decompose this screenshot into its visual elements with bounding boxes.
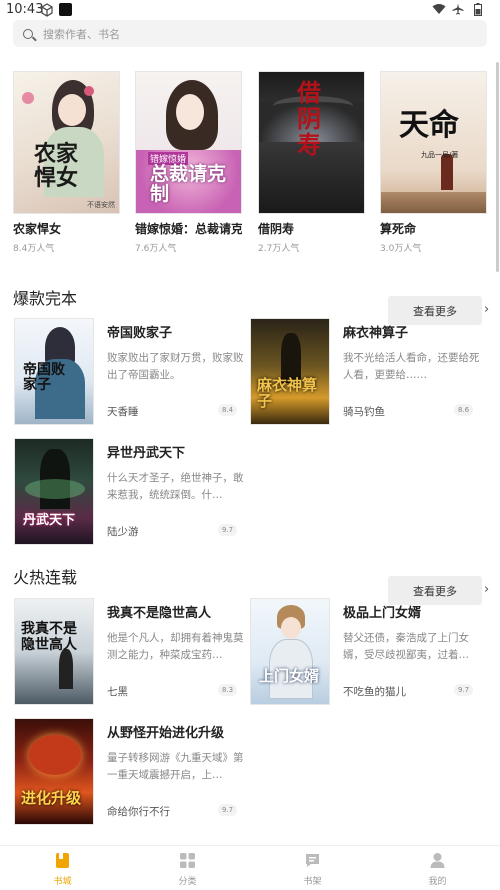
featured-book[interactable]: 农家悍女 不语安然 农家悍女 8.4万人气 — [13, 71, 120, 254]
score-badge: 8.6 — [454, 404, 474, 416]
book-popularity: 2.7万人气 — [258, 244, 300, 254]
featured-book[interactable]: 借阴寿 借阴寿 2.7万人气 — [258, 71, 365, 254]
book-author: 天香睡 — [107, 406, 139, 418]
cover-title: 农家悍女 — [34, 141, 79, 191]
book-cover: 天命 九品一局/著 — [380, 71, 487, 214]
tab-label: 我的 — [428, 877, 447, 887]
chevron-right-icon[interactable]: › — [484, 582, 489, 597]
cover-title: 丹武天下 — [23, 513, 76, 528]
airplane-icon — [452, 3, 464, 15]
cover-title: 借阴寿 — [297, 78, 321, 159]
book-cover: 我真不是隐世高人 — [14, 598, 94, 705]
section-title-completed: 爆款完本 — [13, 289, 78, 308]
wifi-icon — [432, 4, 446, 14]
book-title: 帝国败家子 — [107, 326, 173, 341]
tab-label: 书城 — [53, 877, 72, 887]
battery-icon — [474, 3, 482, 16]
cover-title: 进化升级 — [21, 789, 82, 807]
cover-title: 帝国败家子 — [23, 362, 65, 393]
book-title: 我真不是隐世高人 — [107, 606, 212, 621]
book-icon — [56, 853, 69, 868]
book-popularity: 3.0万人气 — [380, 244, 422, 254]
book-title: 错嫁惊婚：总裁请克制 — [135, 222, 242, 236]
chevron-right-icon[interactable]: › — [484, 302, 489, 317]
book-title: 算死命 — [380, 222, 417, 236]
book-description: 替父还债，秦浩成了上门女婿，受尽歧视鄙夷，过着… — [343, 632, 469, 661]
tab-category[interactable]: 分类 — [125, 846, 250, 890]
status-bar: 10:43 — [0, 0, 500, 20]
book-cover: 进化升级 — [14, 718, 94, 825]
book-cover: 农家悍女 不语安然 — [13, 71, 120, 214]
tab-bookshelf[interactable]: 书架 — [250, 846, 375, 890]
cover-title: 总裁请克制 — [150, 163, 227, 205]
message-icon — [306, 854, 319, 867]
tab-label: 分类 — [178, 877, 197, 887]
book-cover: 错嫁惊婚 总裁请克制 — [135, 71, 242, 214]
book-description: 他是个凡人，却拥有着神鬼莫测之能力，种菜成宝药… — [107, 632, 244, 661]
score-badge: 9.7 — [218, 804, 238, 816]
book-item[interactable]: 进化升级 从野怪开始进化升级 量子转移网游《九重天域》第一重天域震撼开启，上… … — [14, 718, 250, 826]
search-input[interactable]: 搜索作者、书名 — [13, 20, 487, 47]
book-author: 不吃鱼的猫儿 — [343, 686, 406, 698]
book-title: 农家悍女 — [13, 222, 62, 236]
book-description: 我不光给活人看命，还要给死人看，更要给…… — [343, 352, 480, 381]
featured-books-row[interactable]: 农家悍女 不语安然 农家悍女 8.4万人气 错嫁惊婚 总裁请克制 错嫁惊婚：总裁… — [13, 71, 493, 256]
book-title: 麻衣神算子 — [343, 326, 409, 341]
cover-author: 九品一局/著 — [421, 151, 459, 159]
book-title: 异世丹武天下 — [107, 446, 186, 461]
book-cover: 丹武天下 — [14, 438, 94, 545]
score-badge: 8.4 — [218, 404, 238, 416]
book-popularity: 8.4万人气 — [13, 244, 55, 254]
book-item[interactable]: 帝国败家子 帝国败家子 败家败出了家财万贯，败家败出了帝国霸业。 天香睡 8.4 — [14, 318, 250, 426]
book-popularity: 7.6万人气 — [135, 244, 177, 254]
book-author: 命给你行不行 — [107, 806, 170, 818]
cover-title: 麻衣神算子 — [257, 376, 318, 410]
book-item[interactable]: 我真不是隐世高人 我真不是隐世高人 他是个凡人，却拥有着神鬼莫测之能力，种菜成宝… — [14, 598, 250, 706]
book-title: 极品上门女婿 — [343, 606, 422, 621]
score-badge: 8.3 — [218, 684, 238, 696]
featured-book[interactable]: 错嫁惊婚 总裁请克制 错嫁惊婚：总裁请克制 7.6万人气 — [135, 71, 242, 254]
cover-title: 上门女婿 — [259, 667, 320, 685]
tab-mine[interactable]: 我的 — [375, 846, 500, 890]
score-badge: 9.7 — [218, 524, 238, 536]
cube-icon — [41, 3, 53, 17]
app-notification-icon — [59, 3, 72, 16]
cover-title: 天命 — [399, 108, 459, 143]
book-item[interactable]: 麻衣神算子 麻衣神算子 我不光给活人看命，还要给死人看，更要给…… 骑马钓鱼 8… — [250, 318, 486, 426]
score-badge: 9.7 — [454, 684, 474, 696]
cover-author: 不语安然 — [87, 201, 115, 209]
book-cover: 借阴寿 — [258, 71, 365, 214]
book-cover: 帝国败家子 — [14, 318, 94, 425]
person-icon — [430, 853, 445, 868]
book-item[interactable]: 丹武天下 异世丹武天下 什么天才圣子，绝世神子，敢来惹我，统统踩倒。什… 陆少游… — [14, 438, 250, 546]
grid-icon — [180, 853, 195, 868]
book-author: 七黑 — [107, 686, 128, 698]
book-description: 什么天才圣子，绝世神子，敢来惹我，统统踩倒。什… — [107, 472, 244, 501]
book-item[interactable]: 上门女婿 极品上门女婿 替父还债，秦浩成了上门女婿，受尽歧视鄙夷，过着… 不吃鱼… — [250, 598, 486, 706]
book-title: 借阴寿 — [258, 222, 295, 236]
book-description: 量子转移网游《九重天域》第一重天域震撼开启，上… — [107, 752, 244, 781]
book-description: 败家败出了家财万贯，败家败出了帝国霸业。 — [107, 352, 244, 381]
cover-title: 我真不是隐世高人 — [21, 621, 77, 653]
tab-label: 书架 — [303, 877, 322, 887]
book-cover: 上门女婿 — [250, 598, 330, 705]
status-time: 10:43 — [6, 2, 44, 17]
section-title-serializing: 火热连载 — [13, 568, 78, 587]
featured-book[interactable]: 天命 九品一局/著 算死命 3.0万人气 — [380, 71, 487, 254]
scrollbar[interactable] — [496, 62, 499, 272]
book-title: 从野怪开始进化升级 — [107, 726, 225, 741]
book-author: 骑马钓鱼 — [343, 406, 385, 418]
book-cover: 麻衣神算子 — [250, 318, 330, 425]
search-icon — [23, 28, 33, 39]
book-author: 陆少游 — [107, 526, 139, 538]
search-placeholder: 搜索作者、书名 — [43, 27, 120, 41]
tab-bookstore[interactable]: 书城 — [0, 846, 125, 890]
bottom-tab-bar: 书城 分类 书架 我的 — [0, 845, 500, 889]
